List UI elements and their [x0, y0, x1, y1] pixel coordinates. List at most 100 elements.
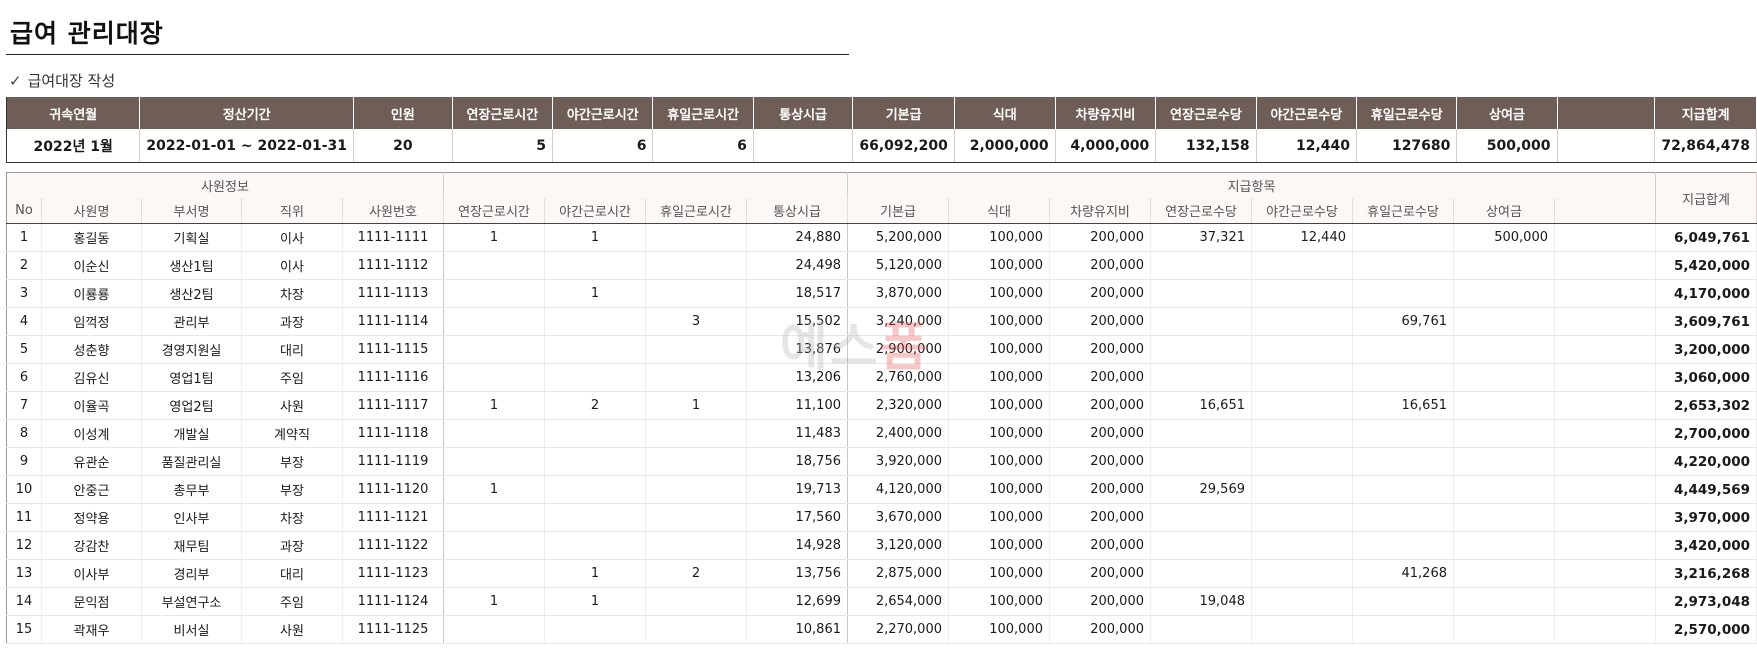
table-cell: 1111-1124	[342, 587, 444, 616]
table-cell: 1111-1114	[342, 307, 444, 336]
column-header-11: 차량유지비	[1049, 198, 1151, 224]
table-cell	[1352, 531, 1454, 560]
summary-header-1: 정산기간	[139, 97, 355, 129]
table-row: 7 이율곡 영업2팀 사원 1111-1117 1 2 1 11,100 2,320,000 100…	[6, 391, 1757, 420]
table-cell	[1251, 251, 1353, 280]
table-cell: 3	[6, 279, 42, 308]
table-cell	[1251, 615, 1353, 644]
summary-header-6: 통상시급	[753, 97, 854, 129]
summary-header-3: 연장근로시간	[452, 97, 554, 129]
table-cell: 100,000	[948, 531, 1050, 560]
table-cell	[544, 419, 646, 448]
table-cell: 총무부	[141, 475, 242, 504]
table-cell: 18,756	[746, 447, 848, 476]
table-cell	[1554, 223, 1656, 252]
summary-value-13: 500,000	[1456, 129, 1558, 163]
table-cell	[645, 335, 747, 364]
table-cell	[645, 363, 747, 392]
table-cell	[544, 335, 646, 364]
table-cell: 재무팀	[141, 531, 242, 560]
table-cell: 200,000	[1049, 503, 1151, 532]
table-cell	[544, 251, 646, 280]
table-cell: 3,216,268	[1655, 559, 1757, 588]
table-cell	[443, 503, 545, 532]
table-cell: 1111-1117	[342, 391, 444, 420]
table-cell: 7	[6, 391, 42, 420]
table-cell: 3,670,000	[847, 503, 949, 532]
table-cell	[1251, 475, 1353, 504]
table-cell	[1150, 615, 1252, 644]
table-row: 3 이룡룡 생산2팀 차장 1111-1113 1 18,517 3,870,000 100,0…	[6, 279, 1757, 308]
table-cell: 부설연구소	[141, 587, 242, 616]
table-cell	[1453, 251, 1555, 280]
table-cell	[443, 335, 545, 364]
table-cell: 15	[6, 615, 42, 644]
summary-header-4: 야간근로시간	[552, 97, 654, 129]
table-cell	[1554, 587, 1656, 616]
table-cell	[1352, 363, 1454, 392]
table-cell	[1251, 503, 1353, 532]
table-cell	[1251, 391, 1353, 420]
summary-value-0: 2022년 1월	[6, 129, 141, 163]
table-cell: 3,970,000	[1655, 503, 1757, 532]
table-cell: 100,000	[948, 419, 1050, 448]
table-cell: 100,000	[948, 447, 1050, 476]
table-cell: 5,200,000	[847, 223, 949, 252]
table-cell: 계약직	[241, 419, 343, 448]
table-cell	[1554, 335, 1656, 364]
table-cell: 1	[544, 559, 646, 588]
table-cell: 29,569	[1150, 475, 1252, 504]
table-cell: 2,700,000	[1655, 419, 1757, 448]
table-cell	[1251, 307, 1353, 336]
table-cell: 1111-1125	[342, 615, 444, 644]
table-cell: 부장	[241, 447, 343, 476]
table-cell: 1111-1118	[342, 419, 444, 448]
table-cell	[1453, 503, 1555, 532]
table-cell	[1554, 559, 1656, 588]
table-cell: 이율곡	[41, 391, 142, 420]
table-cell: 24,498	[746, 251, 848, 280]
table-row: 10 안중근 총무부 부장 1111-1120 1 19,713 4,120,000 100,0…	[6, 475, 1757, 504]
table-cell	[1150, 251, 1252, 280]
table-cell: 100,000	[948, 587, 1050, 616]
summary-header-9: 차량유지비	[1055, 97, 1157, 129]
table-cell: 이순신	[41, 251, 142, 280]
summary-value-3: 5	[452, 129, 554, 163]
table-cell	[1352, 503, 1454, 532]
table-cell: 19,713	[746, 475, 848, 504]
table-cell: 200,000	[1049, 615, 1151, 644]
table-cell: 500,000	[1453, 223, 1555, 252]
table-cell: 2	[6, 251, 42, 280]
table-cell	[1352, 587, 1454, 616]
table-cell: 1111-1123	[342, 559, 444, 588]
title-underline	[6, 54, 849, 55]
column-header-1: 사원명	[41, 198, 142, 224]
table-cell: 3,200,000	[1655, 335, 1757, 364]
table-cell: 이사부	[41, 559, 142, 588]
table-cell: 1111-1120	[342, 475, 444, 504]
table-cell: 200,000	[1049, 559, 1151, 588]
column-header-2: 부서명	[141, 198, 242, 224]
table-cell	[1453, 279, 1555, 308]
table-cell: 곽재우	[41, 615, 142, 644]
table-cell: 13,756	[746, 559, 848, 588]
table-cell: 69,761	[1352, 307, 1454, 336]
table-cell: 2,875,000	[847, 559, 949, 588]
table-cell: 2,270,000	[847, 615, 949, 644]
summary-value-5: 6	[652, 129, 754, 163]
table-cell: 11	[6, 503, 42, 532]
table-cell	[645, 615, 747, 644]
summary-value-7: 66,092,200	[852, 129, 955, 163]
table-cell: 유관순	[41, 447, 142, 476]
table-row: 9 유관순 품질관리실 부장 1111-1119 18,756 3,920,000 100,0…	[6, 447, 1757, 476]
table-cell: 13,206	[746, 363, 848, 392]
table-cell	[1554, 279, 1656, 308]
table-cell: 대리	[241, 335, 343, 364]
total-pay-header: 지급합계	[1655, 172, 1757, 224]
table-cell: 1	[544, 587, 646, 616]
table-cell: 품질관리실	[141, 447, 242, 476]
table-cell: 1111-1122	[342, 531, 444, 560]
page-title: 급여 관리대장	[10, 19, 164, 48]
table-cell: 생산2팀	[141, 279, 242, 308]
table-cell	[645, 475, 747, 504]
